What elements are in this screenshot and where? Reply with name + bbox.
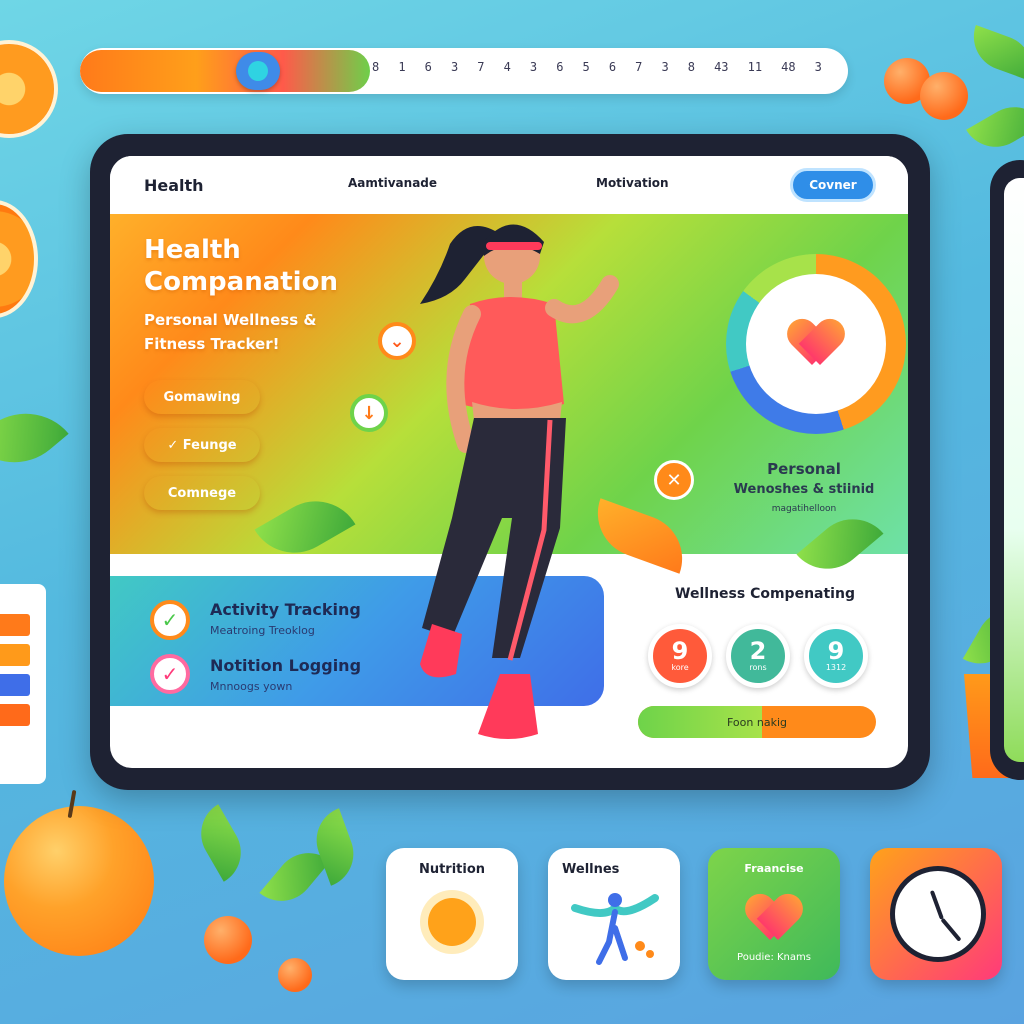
stat-label: rons (749, 663, 767, 672)
tile-label: Nutrition (418, 862, 486, 877)
stat-1312[interactable]: 9 1312 (804, 624, 868, 688)
ruler-tick: 7 (635, 60, 643, 74)
ruler-tick: 6 (556, 60, 564, 74)
nav-item-aamtivanade[interactable]: Aamtivanade (348, 176, 437, 190)
hero-subtitle: Personal Wellness & Fitness Tracker! (144, 311, 317, 353)
leaf-icon (796, 502, 884, 586)
stat-num: 9 (827, 637, 845, 665)
clock-hand-hour (929, 890, 944, 920)
ruler-tick: 8 (687, 60, 695, 74)
tile-fraancise[interactable]: Fraancise Poudie: Knams (708, 848, 840, 980)
pill-label: Gomawing (163, 389, 241, 405)
side-small: magatihelloon (771, 504, 837, 514)
orange-slice-mid-left (0, 200, 38, 318)
stat-label: kore (671, 663, 689, 672)
orange-slice-top-left (0, 40, 58, 138)
tile-label: Wellnes (562, 862, 620, 877)
ruler-tick: 43 (714, 60, 729, 74)
wellness-figure-icon (571, 893, 659, 965)
ruler-tick: 4 (503, 60, 511, 74)
nutrition-row-title[interactable]: Notition Logging (210, 656, 361, 675)
ruler-tick: 8 (372, 60, 380, 74)
heart-icon (790, 321, 842, 367)
check-icon: ✓ (150, 654, 190, 694)
activity-row-sub: Meatroing Treoklog (210, 624, 315, 637)
clock-hand-minute (940, 917, 962, 942)
ruler-ticks: 8 1 6 3 7 4 3 6 5 6 7 3 8 43 11 48 3 (372, 60, 822, 82)
cherry-icon (204, 916, 252, 964)
ruler-fill (80, 50, 370, 92)
heart-icon (748, 896, 800, 942)
leaf-icon (964, 25, 1024, 81)
progress-label: Foon nakig (727, 715, 787, 729)
secondary-tablet (990, 160, 1024, 780)
activity-row-title[interactable]: Activity Tracking (210, 600, 361, 619)
ruler-tick: 48 (781, 60, 796, 74)
ruler-tick: 5 (582, 60, 590, 74)
tile-label: Fraancise (744, 862, 804, 875)
pill-label: ✓ Feunge (167, 437, 237, 453)
ruler-tick: 6 (608, 60, 617, 74)
stat-num: 2 (749, 637, 767, 665)
nav-cta-button[interactable]: Covner (790, 168, 876, 202)
leaf-icon (188, 804, 254, 882)
hero-pill-feunge[interactable]: ✓ Feunge (144, 428, 260, 462)
check-icon: ✓ (150, 600, 190, 640)
ruler-tick: 11 (747, 60, 763, 74)
leaf-icon (254, 484, 356, 570)
side-line: Wenoshes & stiinid (733, 482, 875, 497)
nav-item-motivation[interactable]: Motivation (596, 176, 669, 190)
fruit-basket (0, 584, 46, 784)
ruler-tick: 3 (661, 60, 669, 74)
ruler-tick: 1 (398, 60, 406, 74)
ring-center (746, 274, 886, 414)
clock-icon (890, 866, 986, 962)
cherry-icon (278, 958, 312, 992)
nav-brand[interactable]: Health (144, 176, 204, 195)
woman-runner-illustration (420, 224, 619, 739)
leaf-icon (966, 94, 1024, 160)
ruler-tick: 3 (814, 60, 822, 74)
cherry-icon (920, 72, 968, 120)
ruler-tick: 7 (477, 60, 485, 74)
tile-nutrition[interactable]: Nutrition (386, 848, 518, 980)
wellness-title: Wellness Compenating (675, 586, 855, 602)
tablet-screen: Health Aamtivanade Motivation Covner Hea… (110, 156, 908, 768)
tile-clock[interactable] (870, 848, 1002, 980)
sun-icon (428, 898, 476, 946)
ruler-tick: 3 (450, 60, 459, 74)
stat-num: 9 (671, 637, 689, 665)
progress-bar[interactable]: Foon nakig (638, 706, 876, 738)
ruler-handle[interactable] (236, 52, 280, 90)
apple-icon (4, 806, 154, 956)
leaf-icon (0, 390, 69, 486)
hero-pill-gomawing[interactable]: Gomawing (144, 380, 260, 414)
pill-label: Comnege (167, 485, 237, 501)
nutrition-row-sub: Mnnoogs yown (210, 680, 293, 693)
stat-label: 1312 (825, 663, 847, 672)
tile-wellness[interactable]: Wellnes (548, 848, 680, 980)
hero-pill-comnege[interactable]: Comnege (144, 476, 260, 510)
tile-sub: Poudie: Knams (737, 952, 811, 963)
ruler-tick: 3 (529, 60, 538, 74)
side-title: Personal (767, 460, 841, 478)
ruler-tick: 6 (424, 60, 432, 74)
stat-rons[interactable]: 2 rons (726, 624, 790, 688)
